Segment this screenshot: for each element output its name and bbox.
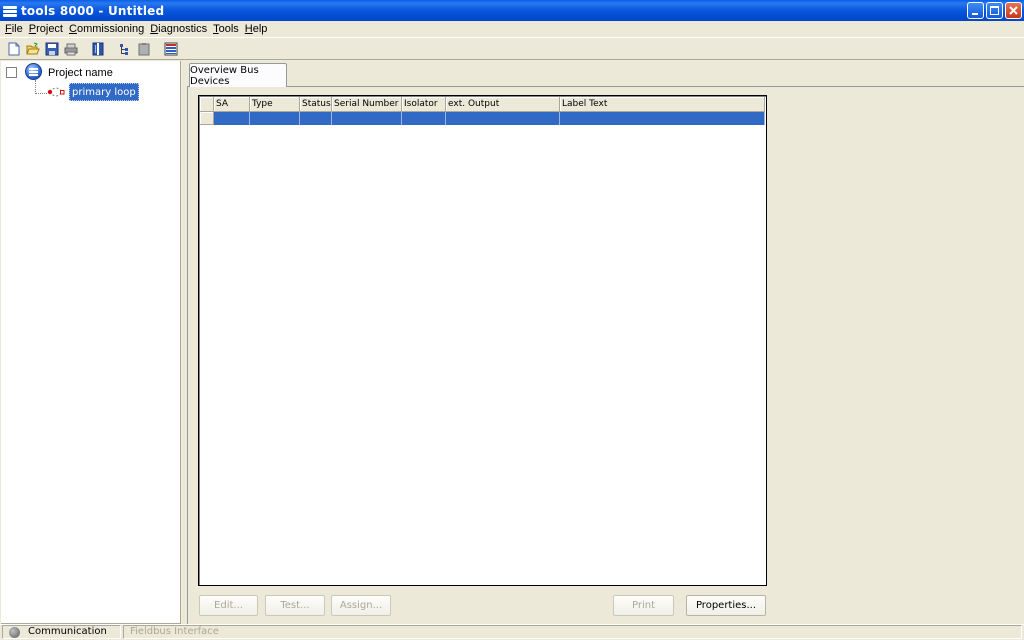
project-tree[interactable] — [1, 61, 181, 624]
save-button[interactable] — [43, 40, 61, 58]
print-button[interactable] — [62, 40, 80, 58]
tree-item-project[interactable]: Project name — [48, 67, 113, 79]
status-communication: Communication — [28, 626, 107, 637]
status-fieldbus: Fieldbus Interface — [130, 626, 219, 637]
paste-button[interactable] — [135, 40, 153, 58]
title-bar[interactable]: tools 8000 - Untitled — [0, 0, 1024, 21]
toolbar — [0, 37, 1024, 60]
menu-diagnostics[interactable]: Diagnostics — [147, 22, 210, 36]
column-header-isolator[interactable]: Isolator — [402, 97, 446, 112]
properties-button[interactable]: Properties... — [686, 595, 766, 616]
project-globe-icon — [25, 63, 42, 80]
bus-devices-grid[interactable]: SA Type Status Serial Number Isolator ex… — [198, 95, 767, 586]
column-header-sa[interactable]: SA — [214, 97, 250, 112]
column-header-label-text[interactable]: Label Text — [560, 97, 765, 112]
grid-header: SA Type Status Serial Number Isolator ex… — [200, 97, 765, 112]
row-header[interactable] — [200, 112, 214, 125]
menu-commissioning[interactable]: Commissioning — [66, 22, 147, 36]
cell-isolator[interactable] — [402, 112, 446, 125]
column-header-ext-output[interactable]: ext. Output — [446, 97, 560, 112]
tab-overview-bus-devices[interactable]: Overview Bus Devices — [189, 63, 287, 87]
save-icon — [45, 42, 59, 55]
assign-button[interactable]: Assign... — [331, 595, 391, 616]
column-header-status[interactable]: Status — [300, 97, 332, 112]
tree-button[interactable] — [116, 40, 134, 58]
table-row[interactable] — [200, 112, 765, 125]
menu-file[interactable]: File — [2, 22, 26, 36]
maximize-button[interactable] — [986, 2, 1003, 19]
status-pane-fieldbus — [123, 625, 1022, 639]
close-icon — [1009, 6, 1018, 15]
edit-button[interactable]: Edit... — [199, 595, 258, 616]
column-header-serial-number[interactable]: Serial Number — [332, 97, 402, 112]
menu-bar: File Project Commissioning Diagnostics T… — [0, 21, 1024, 36]
cell-ext-output[interactable] — [446, 112, 560, 125]
tree-item-primary-loop[interactable]: primary loop — [69, 83, 139, 101]
cell-label-text[interactable] — [560, 112, 765, 125]
list-button[interactable] — [162, 40, 180, 58]
tree-icon — [120, 43, 128, 55]
book-button[interactable] — [89, 40, 107, 58]
paste-icon — [138, 42, 150, 55]
cell-serial-number[interactable] — [332, 112, 402, 125]
print-button-bottom[interactable]: Print — [613, 595, 674, 616]
column-header-type[interactable]: Type — [250, 97, 300, 112]
open-button[interactable] — [24, 40, 42, 58]
new-button[interactable] — [5, 40, 23, 58]
open-folder-icon — [26, 42, 40, 54]
cell-status[interactable] — [300, 112, 332, 125]
cell-type[interactable] — [250, 112, 300, 125]
book-icon — [92, 42, 104, 55]
print-icon — [64, 43, 78, 55]
collapse-toggle[interactable] — [6, 67, 17, 78]
status-led-icon — [9, 627, 20, 638]
loop-icon — [47, 87, 65, 97]
menu-project[interactable]: Project — [26, 22, 66, 36]
grid-corner — [200, 97, 214, 112]
new-file-icon — [8, 42, 20, 55]
menu-help[interactable]: Help — [242, 22, 271, 36]
menu-tools[interactable]: Tools — [210, 22, 242, 36]
list-icon — [164, 42, 178, 55]
window-title: tools 8000 - Untitled — [21, 3, 165, 18]
test-button[interactable]: Test... — [265, 595, 325, 616]
cell-sa[interactable] — [214, 112, 250, 125]
minimize-button[interactable] — [967, 2, 984, 19]
app-icon[interactable] — [3, 4, 17, 18]
close-button[interactable] — [1005, 2, 1022, 19]
